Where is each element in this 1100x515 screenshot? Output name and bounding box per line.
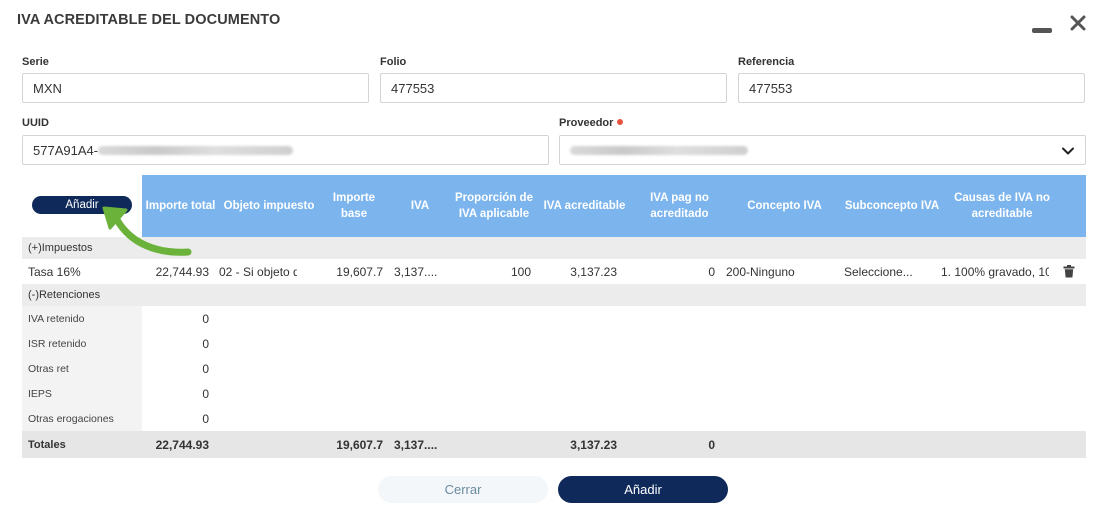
minimize-button[interactable] xyxy=(1029,10,1055,36)
uuid-value: 577A91A4- xyxy=(33,142,99,158)
uuid-label: UUID xyxy=(22,117,49,129)
uuid-field[interactable]: 577A91A4- xyxy=(22,135,549,165)
serie-field[interactable]: MXN xyxy=(22,73,369,103)
retencion-label: Otras erogaciones xyxy=(22,406,142,431)
header-iva-acreditable: IVA acreditable xyxy=(543,200,626,212)
referencia-label: Referencia xyxy=(738,56,795,68)
tasa-objeto-impuesto[interactable]: 02 - Si objeto d xyxy=(219,259,297,284)
retencion-label: ISR retenido xyxy=(22,331,142,356)
tasa-subconcepto-select[interactable]: Seleccione... xyxy=(844,259,916,284)
proveedor-select[interactable] xyxy=(559,135,1086,165)
chevron-down-icon xyxy=(1062,147,1074,155)
required-indicator xyxy=(617,119,624,125)
totals-label: Totales xyxy=(28,438,66,451)
close-button[interactable] xyxy=(1065,10,1091,36)
serie-label: Serie xyxy=(22,56,49,68)
retencion-value[interactable]: 0 xyxy=(142,356,219,381)
tasa-causas-select[interactable]: 1. 100% gravado, 10 xyxy=(941,259,1049,284)
retencion-value[interactable]: 0 xyxy=(142,306,219,331)
header-subconcepto-iva: Subconcepto IVA xyxy=(844,200,940,212)
table-row[interactable]: Tasa 16% 22,744.93 02 - Si objeto d 19,6… xyxy=(22,259,1086,284)
cerrar-button[interactable]: Cerrar xyxy=(378,476,548,503)
close-icon xyxy=(1070,15,1086,31)
retenciones-section-row: (-)Retenciones xyxy=(22,284,1086,306)
folio-label: Folio xyxy=(380,56,407,68)
tasa-iva[interactable]: 3,137.... xyxy=(394,259,449,284)
totals-importe-total: 22,744.93 xyxy=(155,437,209,452)
totals-iva: 3,137.... xyxy=(394,437,438,452)
totals-iva-pag-no-acreditado: 0 xyxy=(708,437,715,452)
retencion-label: IEPS xyxy=(22,381,142,406)
tasa-importe-base[interactable]: 19,607.7 xyxy=(300,259,389,284)
tasa-label: Tasa 16% xyxy=(28,264,81,279)
header-proporcion: Proporción de IVA aplicable xyxy=(455,192,533,220)
redacted-text xyxy=(98,145,294,155)
totals-iva-acreditable: 3,137.23 xyxy=(570,437,617,452)
proveedor-label: Proveedor xyxy=(559,117,624,129)
proveedor-label-text: Proveedor xyxy=(559,117,614,129)
header-causas: Causas de IVA no acreditable xyxy=(954,192,1050,220)
retencion-label: Otras ret xyxy=(22,356,142,381)
tasa-importe-total[interactable]: 22,744.93 xyxy=(142,259,219,284)
tasa-proporcion[interactable]: 100 xyxy=(453,259,533,284)
annotation-arrow-icon xyxy=(102,206,192,256)
minimize-icon xyxy=(1032,27,1052,33)
header-concepto-iva: Concepto IVA xyxy=(747,200,822,212)
header-importe-base: Importe base xyxy=(332,192,376,220)
retencion-label: IVA retenido xyxy=(22,306,142,331)
redacted-text xyxy=(570,145,748,155)
anadir-button[interactable]: Añadir xyxy=(558,476,728,503)
referencia-field[interactable]: 477553 xyxy=(738,73,1085,103)
header-objeto-impuesto: Objeto impuesto xyxy=(223,200,315,212)
header-iva: IVA xyxy=(410,200,430,212)
totals-importe-base: 19,607.7 xyxy=(336,437,383,452)
retencion-value[interactable]: 0 xyxy=(142,381,219,406)
trash-icon[interactable] xyxy=(1063,265,1075,278)
folio-value: 477553 xyxy=(391,80,435,96)
tasa-iva-pag-no-acreditado[interactable]: 0 xyxy=(642,259,715,284)
retencion-value[interactable]: 0 xyxy=(142,331,219,356)
retencion-value[interactable]: 0 xyxy=(142,406,219,431)
serie-value: MXN xyxy=(33,80,62,96)
header-iva-pag-no-acreditado: IVA pag no acreditado xyxy=(650,192,709,220)
tasa-iva-acreditable[interactable]: 3,137.23 xyxy=(542,259,617,284)
folio-field[interactable]: 477553 xyxy=(380,73,727,103)
tasa-concepto-select[interactable]: 200-Ninguno xyxy=(726,259,826,284)
dialog-title: IVA ACREDITABLE DEL DOCUMENTO xyxy=(17,12,281,28)
referencia-value: 477553 xyxy=(749,80,793,96)
totals-row: Totales 22,744.93 19,607.7 3,137.... 3,1… xyxy=(22,431,1086,458)
table-header: Importe total Objeto impuesto Importe ba… xyxy=(142,175,1086,237)
